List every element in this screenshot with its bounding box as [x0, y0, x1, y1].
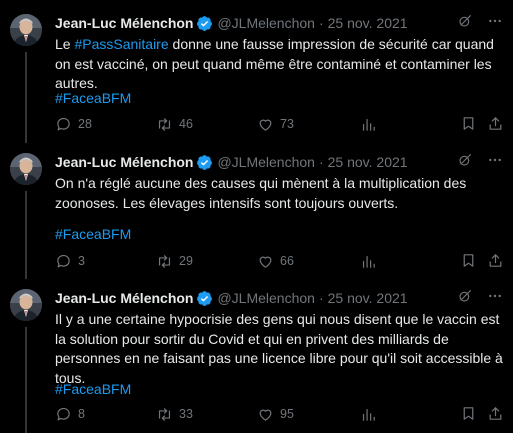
- tweet-header: Jean-Luc Mélenchon @JLMelenchon · 25 nov…: [55, 288, 503, 308]
- separator: ·: [318, 290, 324, 306]
- views-button[interactable]: [360, 115, 377, 133]
- bookmark-icon: [463, 254, 474, 267]
- reply-icon: [57, 407, 70, 420]
- share-icon: [489, 254, 502, 267]
- bookmark-button[interactable]: [460, 252, 477, 269]
- share-icon: [489, 407, 502, 420]
- grok-icon[interactable]: [457, 152, 473, 171]
- hashtag-link[interactable]: #FaceaBFM: [55, 381, 131, 397]
- inline-hashtag-link[interactable]: #PassSanitaire: [74, 36, 168, 52]
- author-name[interactable]: Jean-Luc Mélenchon: [55, 15, 193, 31]
- views-button[interactable]: [360, 405, 377, 423]
- tweet-text: Il y a une certaine hypocrisie des gens …: [55, 310, 507, 388]
- retweet-count: 29: [179, 254, 193, 268]
- tweet-text-before: Il y a une certaine hypocrisie des gens …: [55, 311, 503, 386]
- tweet-date[interactable]: 25 nov. 2021: [328, 154, 408, 170]
- retweet-icon: [158, 254, 171, 268]
- header-icons: [457, 13, 503, 32]
- bookmark-icon: [463, 117, 474, 130]
- retweet-button[interactable]: 33: [156, 405, 193, 423]
- tweet-actions: 3 29 66: [55, 252, 505, 270]
- tweet-2[interactable]: Jean-Luc Mélenchon @JLMelenchon · 25 nov…: [0, 143, 513, 279]
- separator: ·: [318, 154, 324, 170]
- reply-icon: [57, 254, 70, 267]
- tweet-date[interactable]: 25 nov. 2021: [328, 290, 408, 306]
- thread-line: [25, 52, 27, 143]
- tweet-text: Le #PassSanitaire donne une fausse impre…: [55, 35, 507, 94]
- views-icon: [362, 408, 375, 421]
- verified-badge-icon: [196, 290, 213, 307]
- verified-badge-icon: [196, 15, 213, 32]
- tweet-3[interactable]: Jean-Luc Mélenchon @JLMelenchon · 25 nov…: [0, 279, 513, 433]
- author-name[interactable]: Jean-Luc Mélenchon: [55, 154, 193, 170]
- bookmark-button[interactable]: [460, 405, 477, 422]
- separator: ·: [318, 15, 324, 31]
- author-handle[interactable]: @JLMelenchon: [217, 290, 315, 306]
- grok-icon[interactable]: [457, 288, 473, 307]
- retweet-icon: [158, 407, 171, 421]
- author-name[interactable]: Jean-Luc Mélenchon: [55, 290, 193, 306]
- like-button[interactable]: 73: [257, 115, 294, 133]
- share-button[interactable]: [487, 405, 504, 422]
- hashtag-link[interactable]: #FaceaBFM: [55, 226, 131, 242]
- like-count: 66: [280, 254, 294, 268]
- tweet-date[interactable]: 25 nov. 2021: [328, 15, 408, 31]
- reply-count: 8: [78, 407, 85, 421]
- tweet-header: Jean-Luc Mélenchon @JLMelenchon · 25 nov…: [55, 152, 503, 172]
- more-icon[interactable]: [487, 13, 503, 32]
- heart-icon: [259, 119, 272, 131]
- retweet-count: 33: [179, 407, 193, 421]
- like-button[interactable]: 95: [257, 405, 294, 423]
- tweet-text-before: Le: [55, 36, 75, 52]
- heart-icon: [259, 409, 272, 421]
- thread-line: [25, 327, 27, 433]
- tweet-actions: 28 46 73: [55, 115, 505, 133]
- views-button[interactable]: [360, 252, 377, 270]
- more-icon[interactable]: [487, 152, 503, 171]
- like-count: 73: [280, 117, 294, 131]
- like-button[interactable]: 66: [257, 252, 294, 270]
- reply-count: 3: [78, 254, 85, 268]
- share-icon: [489, 117, 502, 130]
- header-icons: [457, 152, 503, 171]
- header-icons: [457, 288, 503, 307]
- retweet-button[interactable]: 46: [156, 115, 193, 133]
- verified-badge-icon: [196, 154, 213, 171]
- retweet-button[interactable]: 29: [156, 252, 193, 270]
- reply-button[interactable]: 8: [55, 405, 85, 423]
- reply-count: 28: [78, 117, 92, 131]
- reply-icon: [57, 117, 70, 130]
- grok-icon[interactable]: [457, 13, 473, 32]
- author-avatar[interactable]: [10, 289, 42, 321]
- thread-line: [25, 191, 27, 279]
- share-button[interactable]: [487, 252, 504, 269]
- author-avatar[interactable]: [10, 153, 42, 185]
- bookmark-icon: [463, 407, 474, 420]
- views-icon: [362, 255, 375, 268]
- tweet-actions: 8 33 95: [55, 405, 505, 423]
- author-handle[interactable]: @JLMelenchon: [217, 154, 315, 170]
- tweet-text-before: On n'a réglé aucune des causes qui mènen…: [55, 175, 467, 211]
- hashtag-link[interactable]: #FaceaBFM: [55, 90, 131, 106]
- reply-button[interactable]: 28: [55, 115, 92, 133]
- retweet-count: 46: [179, 117, 193, 131]
- heart-icon: [259, 256, 272, 268]
- tweet-header: Jean-Luc Mélenchon @JLMelenchon · 25 nov…: [55, 13, 503, 33]
- retweet-icon: [158, 117, 171, 131]
- more-icon[interactable]: [487, 288, 503, 307]
- author-handle[interactable]: @JLMelenchon: [217, 15, 315, 31]
- author-avatar[interactable]: [10, 14, 42, 46]
- tweet-1[interactable]: Jean-Luc Mélenchon @JLMelenchon · 25 nov…: [0, 0, 513, 143]
- bookmark-button[interactable]: [460, 115, 477, 132]
- reply-button[interactable]: 3: [55, 252, 85, 270]
- tweet-text: On n'a réglé aucune des causes qui mènen…: [55, 174, 507, 213]
- share-button[interactable]: [487, 115, 504, 132]
- views-icon: [362, 118, 375, 131]
- like-count: 95: [280, 407, 294, 421]
